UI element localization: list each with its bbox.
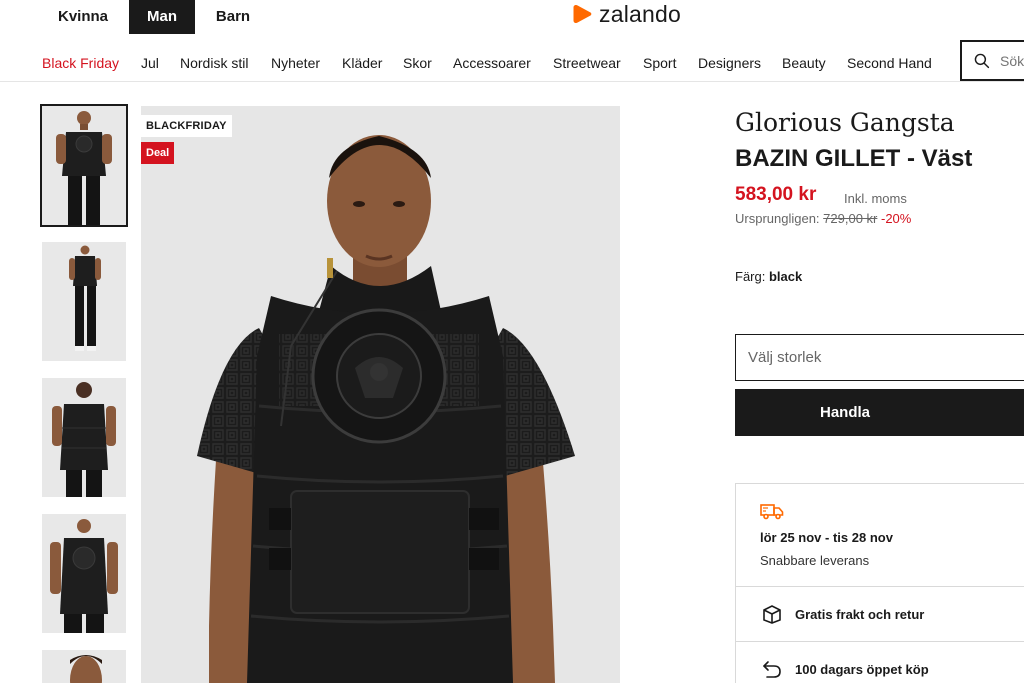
- search-icon: [974, 53, 990, 68]
- thumbnail-5[interactable]: [42, 650, 126, 683]
- open-purchase-row[interactable]: 100 dagars öppet köp: [760, 657, 929, 681]
- package-icon: [763, 605, 781, 624]
- thumbnail-3[interactable]: [42, 378, 126, 497]
- return-arrow-icon: [763, 661, 781, 678]
- nav-item-klader[interactable]: Kläder: [342, 55, 382, 71]
- thumbnail-image-front-close: [42, 514, 126, 633]
- open-purchase-label: 100 dagars öppet köp: [795, 661, 929, 677]
- search-box[interactable]: [960, 40, 1024, 81]
- product-price: 583,00 kr: [735, 184, 817, 205]
- zalando-logo[interactable]: zalando: [571, 1, 681, 27]
- discount-badge: -20%: [881, 211, 912, 226]
- nav-item-jul[interactable]: Jul: [141, 55, 159, 71]
- nav-item-streetwear[interactable]: Streetwear: [553, 55, 621, 71]
- size-select-placeholder: Välj storlek: [748, 349, 822, 366]
- nav-item-designers[interactable]: Designers: [698, 55, 761, 71]
- buy-button[interactable]: Handla: [735, 389, 1024, 436]
- deal-badge: Deal: [141, 142, 175, 164]
- top-bar: Kvinna Man Barn zalando: [0, 0, 1024, 36]
- nav-item-skor[interactable]: Skor: [403, 55, 432, 71]
- divider: [736, 641, 1024, 642]
- search-input[interactable]: [1000, 52, 1024, 69]
- product-brand[interactable]: Glorious Gangsta: [735, 108, 955, 137]
- thumbnail-4[interactable]: [42, 514, 126, 633]
- vat-note: Inkl. moms: [844, 191, 907, 206]
- delivery-info-box: lör 25 nov - tis 28 nov Snabbare leveran…: [735, 483, 1024, 683]
- color-row: Färg: black: [735, 269, 802, 284]
- thumbnail-image-detail: [42, 650, 126, 683]
- product-name: BAZIN GILLET - Väst: [735, 145, 973, 172]
- color-label: Färg:: [735, 269, 766, 284]
- thumbnail-image-front: [42, 106, 126, 225]
- thumbnail-2[interactable]: [42, 242, 126, 361]
- main-product-image[interactable]: [141, 106, 620, 683]
- delivery-speed: Snabbare leverans: [760, 553, 870, 568]
- thumbnail-1[interactable]: [40, 104, 128, 227]
- tab-man[interactable]: Man: [129, 0, 195, 34]
- category-nav: Black Friday Jul Nordisk stil Nyheter Kl…: [0, 40, 1024, 82]
- nav-item-nordisk-stil[interactable]: Nordisk stil: [180, 55, 248, 71]
- buy-button-label: Handla: [819, 404, 870, 421]
- nav-item-second-hand[interactable]: Second Hand: [847, 55, 932, 71]
- zalando-play-icon: [573, 5, 592, 23]
- nav-item-accessoarer[interactable]: Accessoarer: [453, 55, 531, 71]
- divider: [736, 586, 1024, 587]
- blackfriday-badge: BLACKFRIDAY: [141, 115, 232, 137]
- original-price: 729,00 kr: [823, 211, 878, 226]
- nav-item-nyheter[interactable]: Nyheter: [271, 55, 320, 71]
- size-select[interactable]: Välj storlek: [735, 334, 1024, 381]
- thumbnail-image-full-body: [42, 242, 126, 361]
- nav-item-beauty[interactable]: Beauty: [782, 55, 826, 71]
- delivery-truck-icon: [760, 504, 784, 520]
- free-shipping-row[interactable]: Gratis frakt och retur: [760, 602, 924, 626]
- tab-kvinna[interactable]: Kvinna: [41, 0, 125, 34]
- logo-text: zalando: [599, 0, 681, 27]
- tab-barn[interactable]: Barn: [199, 0, 267, 34]
- nav-item-black-friday[interactable]: Black Friday: [42, 55, 119, 71]
- product-photo: [141, 106, 620, 683]
- original-price-row: Ursprungligen: 729,00 kr -20%: [735, 211, 911, 226]
- thumbnail-image-back: [42, 378, 126, 497]
- nav-item-sport[interactable]: Sport: [643, 55, 676, 71]
- delivery-dates: lör 25 nov - tis 28 nov: [760, 530, 893, 545]
- original-price-label: Ursprungligen:: [735, 211, 820, 226]
- color-value: black: [768, 269, 803, 284]
- free-shipping-label: Gratis frakt och retur: [795, 606, 925, 622]
